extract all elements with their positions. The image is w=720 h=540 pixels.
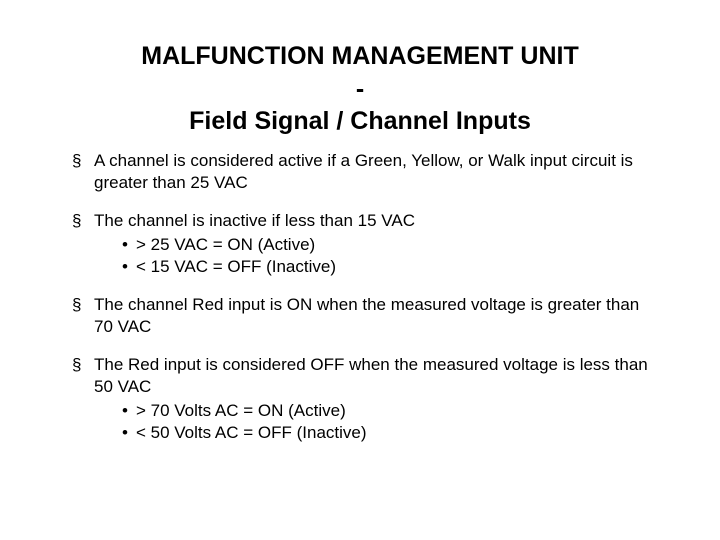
bullet-text: The channel is inactive if less than 15 … bbox=[94, 211, 415, 230]
title-line-2: - bbox=[356, 75, 364, 103]
list-item: The Red input is considered OFF when the… bbox=[78, 354, 660, 444]
sub-item: < 15 VAC = OFF (Inactive) bbox=[122, 256, 660, 278]
list-item: A channel is considered active if a Gree… bbox=[78, 150, 660, 194]
bullet-text: A channel is considered active if a Gree… bbox=[94, 151, 633, 192]
bullet-list: A channel is considered active if a Gree… bbox=[60, 150, 660, 445]
sub-item: > 70 Volts AC = ON (Active) bbox=[122, 400, 660, 422]
bullet-text: The channel Red input is ON when the mea… bbox=[94, 295, 639, 336]
sub-item: > 25 VAC = ON (Active) bbox=[122, 234, 660, 256]
list-item: The channel is inactive if less than 15 … bbox=[78, 210, 660, 278]
sub-item: < 50 Volts AC = OFF (Inactive) bbox=[122, 422, 660, 444]
sub-list: > 25 VAC = ON (Active) < 15 VAC = OFF (I… bbox=[94, 234, 660, 278]
list-item: The channel Red input is ON when the mea… bbox=[78, 294, 660, 338]
bullet-text: The Red input is considered OFF when the… bbox=[94, 355, 648, 396]
title-line-1: MALFUNCTION MANAGEMENT UNIT bbox=[141, 42, 578, 70]
sub-list: > 70 Volts AC = ON (Active) < 50 Volts A… bbox=[94, 400, 660, 444]
slide-title: MALFUNCTION MANAGEMENT UNIT - Field Sign… bbox=[60, 40, 660, 138]
title-line-3: Field Signal / Channel Inputs bbox=[189, 107, 531, 135]
